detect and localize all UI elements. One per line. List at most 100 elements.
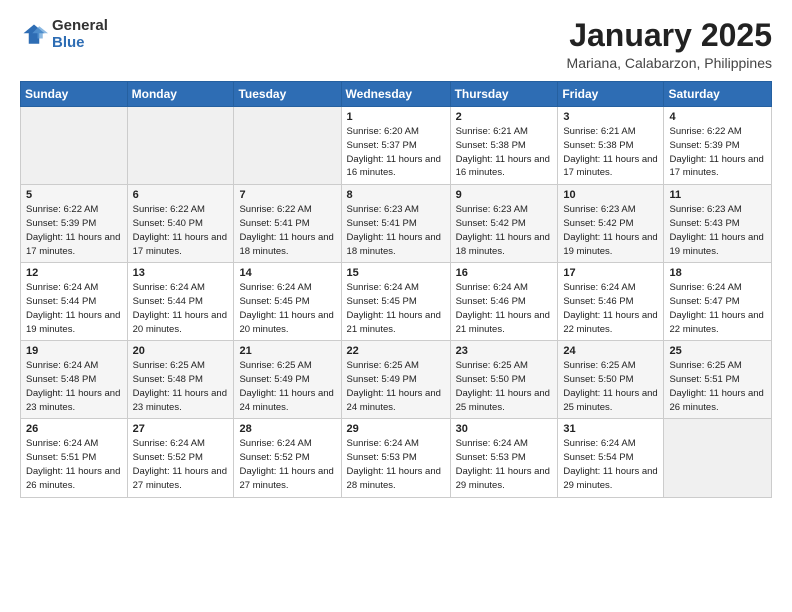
day-info: Sunrise: 6:23 AMSunset: 5:42 PMDaylight:… xyxy=(456,203,553,258)
table-row: 16 Sunrise: 6:24 AMSunset: 5:46 PMDayligh… xyxy=(450,263,558,341)
day-number: 4 xyxy=(669,111,766,123)
table-row: 19Sunrise: 6:24 AMSunset: 5:48 PMDayligh… xyxy=(21,341,128,419)
table-row: 12 Sunrise: 6:24 AMSunset: 5:44 PMDayligh… xyxy=(21,263,128,341)
table-row: 23Sunrise: 6:25 AMSunset: 5:50 PMDayligh… xyxy=(450,341,558,419)
col-friday: Friday xyxy=(558,82,664,107)
calendar-week-row: 19Sunrise: 6:24 AMSunset: 5:48 PMDayligh… xyxy=(21,341,772,419)
table-row: 15Sunrise: 6:24 AMSunset: 5:45 PMDayligh… xyxy=(341,263,450,341)
col-monday: Monday xyxy=(127,82,234,107)
day-number: 22 xyxy=(347,345,445,357)
calendar-week-row: 1 Sunrise: 6:20 AMSunset: 5:37 PMDaylight… xyxy=(21,107,772,185)
day-info: Sunrise: 6:24 AMSunset: 5:45 PMDaylight:… xyxy=(347,281,445,336)
logo-blue-label: Blue xyxy=(52,35,108,52)
table-row: 22 Sunrise: 6:25 AMSunset: 5:49 PMDayligh… xyxy=(341,341,450,419)
table-row: 7 Sunrise: 6:22 AMSunset: 5:41 PMDaylight… xyxy=(234,185,341,263)
table-row xyxy=(664,419,772,497)
day-info: Sunrise: 6:23 AMSunset: 5:41 PMDaylight:… xyxy=(347,203,445,258)
table-row: 4Sunrise: 6:22 AMSunset: 5:39 PMDaylight… xyxy=(664,107,772,185)
logo-icon xyxy=(20,21,48,49)
table-row: 17 Sunrise: 6:24 AMSunset: 5:46 PMDayligh… xyxy=(558,263,664,341)
day-number: 1 xyxy=(347,111,445,123)
day-info: Sunrise: 6:23 AMSunset: 5:42 PMDaylight:… xyxy=(563,203,658,258)
table-row: 27Sunrise: 6:24 AMSunset: 5:52 PMDayligh… xyxy=(127,419,234,497)
calendar-subtitle: Mariana, Calabarzon, Philippines xyxy=(567,55,772,71)
day-info: Sunrise: 6:24 AMSunset: 5:44 PMDaylight:… xyxy=(133,281,229,336)
day-number: 24 xyxy=(563,345,658,357)
day-info: Sunrise: 6:25 AMSunset: 5:50 PMDaylight:… xyxy=(456,359,553,414)
day-number: 2 xyxy=(456,111,553,123)
day-number: 6 xyxy=(133,189,229,201)
table-row: 29 Sunrise: 6:24 AMSunset: 5:53 PMDayligh… xyxy=(341,419,450,497)
day-info: Sunrise: 6:25 AMSunset: 5:50 PMDaylight:… xyxy=(563,359,658,414)
day-number: 12 xyxy=(26,267,122,279)
day-number: 11 xyxy=(669,189,766,201)
day-info: Sunrise: 6:22 AMSunset: 5:40 PMDaylight:… xyxy=(133,203,229,258)
calendar-week-row: 26Sunrise: 6:24 AMSunset: 5:51 PMDayligh… xyxy=(21,419,772,497)
col-sunday: Sunday xyxy=(21,82,128,107)
col-wednesday: Wednesday xyxy=(341,82,450,107)
table-row: 21 Sunrise: 6:25 AMSunset: 5:49 PMDayligh… xyxy=(234,341,341,419)
table-row: 5 Sunrise: 6:22 AMSunset: 5:39 PMDaylight… xyxy=(21,185,128,263)
day-number: 3 xyxy=(563,111,658,123)
day-number: 20 xyxy=(133,345,229,357)
day-number: 9 xyxy=(456,189,553,201)
table-row: 14 Sunrise: 6:24 AMSunset: 5:45 PMDayligh… xyxy=(234,263,341,341)
day-number: 29 xyxy=(347,423,445,435)
day-info: Sunrise: 6:22 AMSunset: 5:41 PMDaylight:… xyxy=(239,203,335,258)
day-info: Sunrise: 6:21 AMSunset: 5:38 PMDaylight:… xyxy=(456,125,553,180)
table-row: 1 Sunrise: 6:20 AMSunset: 5:37 PMDaylight… xyxy=(341,107,450,185)
day-info: Sunrise: 6:24 AMSunset: 5:46 PMDaylight:… xyxy=(456,281,553,336)
day-info: Sunrise: 6:24 AMSunset: 5:52 PMDaylight:… xyxy=(133,437,229,492)
day-number: 21 xyxy=(239,345,335,357)
day-number: 5 xyxy=(26,189,122,201)
calendar-week-row: 12 Sunrise: 6:24 AMSunset: 5:44 PMDayligh… xyxy=(21,263,772,341)
table-row: 20 Sunrise: 6:25 AMSunset: 5:48 PMDayligh… xyxy=(127,341,234,419)
logo-general-label: General xyxy=(52,18,108,35)
day-info: Sunrise: 6:20 AMSunset: 5:37 PMDaylight:… xyxy=(347,125,445,180)
day-number: 13 xyxy=(133,267,229,279)
day-number: 19 xyxy=(26,345,122,357)
table-row: 26Sunrise: 6:24 AMSunset: 5:51 PMDayligh… xyxy=(21,419,128,497)
day-info: Sunrise: 6:21 AMSunset: 5:38 PMDaylight:… xyxy=(563,125,658,180)
day-info: Sunrise: 6:24 AMSunset: 5:46 PMDaylight:… xyxy=(563,281,658,336)
logo-text: General Blue xyxy=(52,18,108,51)
page: General Blue January 2025 Mariana, Calab… xyxy=(0,0,792,612)
calendar-table: Sunday Monday Tuesday Wednesday Thursday… xyxy=(20,81,772,497)
day-info: Sunrise: 6:25 AMSunset: 5:51 PMDaylight:… xyxy=(669,359,766,414)
table-row: 25 Sunrise: 6:25 AMSunset: 5:51 PMDayligh… xyxy=(664,341,772,419)
table-row: 13 Sunrise: 6:24 AMSunset: 5:44 PMDayligh… xyxy=(127,263,234,341)
day-info: Sunrise: 6:25 AMSunset: 5:48 PMDaylight:… xyxy=(133,359,229,414)
day-info: Sunrise: 6:23 AMSunset: 5:43 PMDaylight:… xyxy=(669,203,766,258)
day-info: Sunrise: 6:25 AMSunset: 5:49 PMDaylight:… xyxy=(239,359,335,414)
table-row: 8 Sunrise: 6:23 AMSunset: 5:41 PMDaylight… xyxy=(341,185,450,263)
day-info: Sunrise: 6:24 AMSunset: 5:53 PMDaylight:… xyxy=(347,437,445,492)
day-number: 17 xyxy=(563,267,658,279)
day-info: Sunrise: 6:24 AMSunset: 5:44 PMDaylight:… xyxy=(26,281,122,336)
day-number: 26 xyxy=(26,423,122,435)
col-tuesday: Tuesday xyxy=(234,82,341,107)
table-row: 2 Sunrise: 6:21 AMSunset: 5:38 PMDaylight… xyxy=(450,107,558,185)
col-saturday: Saturday xyxy=(664,82,772,107)
title-block: January 2025 Mariana, Calabarzon, Philip… xyxy=(567,18,772,71)
day-info: Sunrise: 6:25 AMSunset: 5:49 PMDaylight:… xyxy=(347,359,445,414)
table-row: 31Sunrise: 6:24 AMSunset: 5:54 PMDayligh… xyxy=(558,419,664,497)
table-row: 10Sunrise: 6:23 AMSunset: 5:42 PMDayligh… xyxy=(558,185,664,263)
day-number: 14 xyxy=(239,267,335,279)
day-info: Sunrise: 6:24 AMSunset: 5:54 PMDaylight:… xyxy=(563,437,658,492)
calendar-title: January 2025 xyxy=(567,18,772,53)
header: General Blue January 2025 Mariana, Calab… xyxy=(20,18,772,71)
table-row xyxy=(127,107,234,185)
day-info: Sunrise: 6:24 AMSunset: 5:47 PMDaylight:… xyxy=(669,281,766,336)
day-info: Sunrise: 6:24 AMSunset: 5:45 PMDaylight:… xyxy=(239,281,335,336)
day-info: Sunrise: 6:24 AMSunset: 5:53 PMDaylight:… xyxy=(456,437,553,492)
day-info: Sunrise: 6:22 AMSunset: 5:39 PMDaylight:… xyxy=(26,203,122,258)
day-number: 25 xyxy=(669,345,766,357)
day-number: 16 xyxy=(456,267,553,279)
table-row: 28Sunrise: 6:24 AMSunset: 5:52 PMDayligh… xyxy=(234,419,341,497)
day-number: 8 xyxy=(347,189,445,201)
day-number: 7 xyxy=(239,189,335,201)
table-row: 24 Sunrise: 6:25 AMSunset: 5:50 PMDayligh… xyxy=(558,341,664,419)
day-number: 30 xyxy=(456,423,553,435)
day-info: Sunrise: 6:24 AMSunset: 5:52 PMDaylight:… xyxy=(239,437,335,492)
table-row xyxy=(234,107,341,185)
